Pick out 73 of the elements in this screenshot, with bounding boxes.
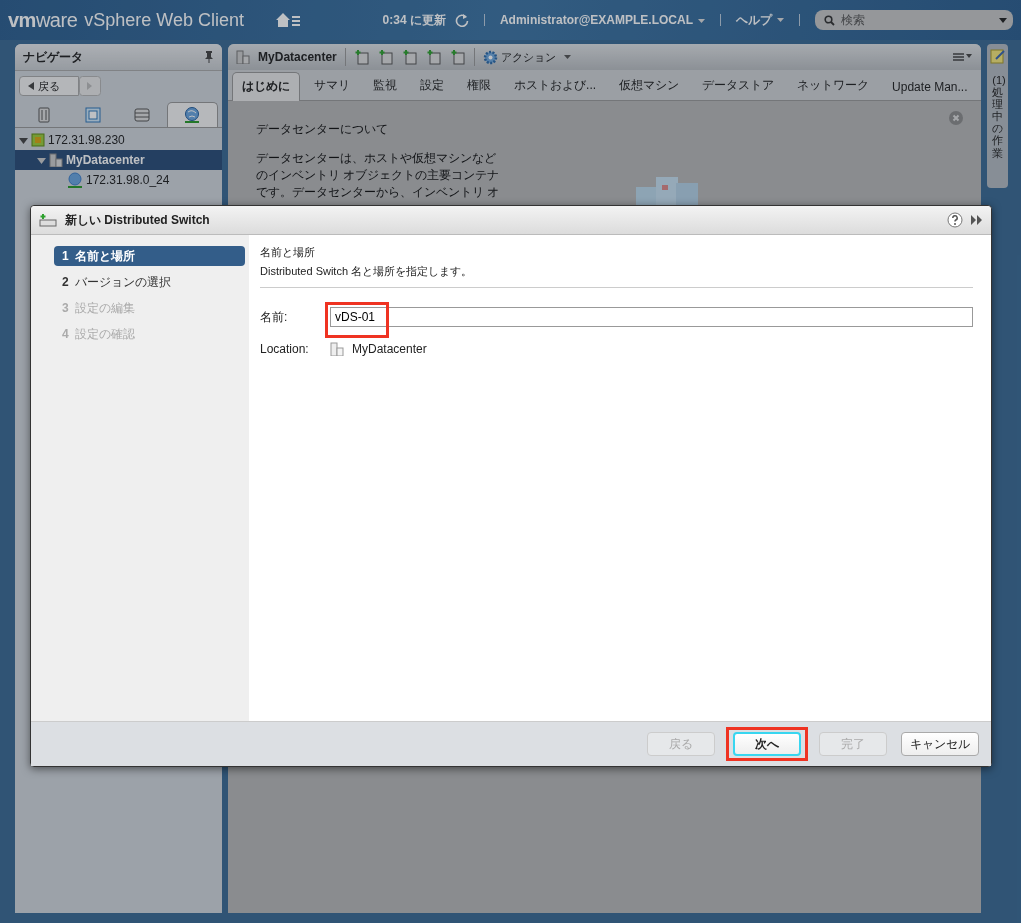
help-menu[interactable]: ヘルプ: [736, 11, 784, 29]
wizard-step[interactable]: 2 バージョンの選択: [54, 272, 245, 292]
expand-arrow-icon[interactable]: [19, 135, 28, 145]
building-icon: [49, 153, 63, 167]
network-icon: [67, 172, 83, 188]
caret-icon: [563, 55, 571, 59]
add-object-icon[interactable]: [449, 49, 466, 65]
dialog-button[interactable]: 次へ: [733, 732, 801, 756]
vm-icon: [84, 107, 101, 123]
building-icon: [236, 50, 251, 64]
add-object-icon[interactable]: [353, 49, 370, 65]
network-icon: [183, 106, 202, 124]
name-field[interactable]: vDS-01: [330, 307, 973, 327]
content-tab[interactable]: 監視: [364, 77, 407, 100]
section-heading: データセンターについて: [256, 121, 390, 138]
help-icon[interactable]: [947, 212, 963, 228]
search-field[interactable]: 検索: [815, 10, 1013, 30]
wizard-step[interactable]: 1 名前と場所: [54, 246, 245, 266]
navigator-tab[interactable]: [166, 102, 219, 127]
gear-icon: [482, 49, 498, 65]
panel-title: ナビゲータ: [23, 48, 83, 66]
search-icon: [824, 15, 835, 26]
tree-item[interactable]: 172.31.98.0_24: [15, 170, 223, 190]
caret-icon: [777, 18, 784, 23]
content-tab[interactable]: 仮想マシン: [610, 77, 689, 100]
dialog-button[interactable]: キャンセル: [901, 732, 979, 756]
content-tab[interactable]: 設定: [411, 77, 454, 100]
content-tab[interactable]: 権限: [458, 77, 501, 100]
page-title: 名前と場所: [260, 245, 316, 260]
tree-item[interactable]: MyDatacenter: [15, 150, 223, 170]
expand-icon[interactable]: [971, 215, 983, 225]
home-menu-icon[interactable]: [275, 12, 301, 28]
add-object-icon[interactable]: [425, 49, 442, 65]
close-icon[interactable]: [949, 111, 964, 125]
content-tab[interactable]: ネットワーク: [788, 77, 879, 100]
brand-logo: vmware: [8, 8, 78, 32]
content-tab[interactable]: ホストおよび...: [505, 77, 606, 100]
expand-arrow-icon[interactable]: [37, 155, 46, 165]
page-description: Distributed Switch 名と場所を指定します。: [260, 264, 474, 279]
object-title: MyDatacenter: [258, 50, 337, 64]
building-icon: [330, 342, 344, 356]
description-text: です。データセンターから、インベントリ オ: [256, 184, 501, 201]
storage-icon: [134, 108, 151, 122]
add-object-icon[interactable]: [401, 49, 418, 65]
content-tab[interactable]: データストア: [693, 77, 784, 100]
caret-icon: [698, 18, 705, 23]
back-button[interactable]: 戻る: [19, 76, 79, 96]
content-tab[interactable]: Update Man...: [883, 80, 977, 100]
pin-icon[interactable]: [204, 51, 215, 63]
content-tab[interactable]: サマリ: [305, 77, 360, 100]
back-arrow-icon: [28, 82, 34, 90]
actions-menu[interactable]: アクション: [482, 49, 571, 65]
description-text: のインベントリ オブジェクトの主要コンテナ: [256, 167, 501, 184]
list-menu-icon[interactable]: [953, 52, 974, 62]
user-menu[interactable]: Administrator@EXAMPLE.LOCAL: [499, 13, 705, 27]
forward-button[interactable]: [79, 76, 101, 96]
product-title: vSphere Web Client: [84, 9, 244, 31]
last-refresh-time: 0:34 に更新: [382, 11, 446, 29]
dropdown-arrow-icon[interactable]: [999, 18, 1007, 23]
notepad-icon[interactable]: [989, 48, 1006, 64]
location-value: MyDatacenter: [352, 342, 427, 356]
running-tasks-tab[interactable]: (1) 処理中の作業: [992, 74, 1004, 159]
switch-icon: [39, 213, 57, 227]
add-object-icon[interactable]: [377, 49, 394, 65]
description-text: データセンターは、ホストや仮想マシンなど: [256, 150, 498, 167]
tree-item[interactable]: 172.31.98.230: [15, 130, 223, 150]
content-tab[interactable]: はじめに: [232, 72, 301, 101]
dialog-title: 新しい Distributed Switch: [65, 211, 210, 229]
refresh-icon[interactable]: [454, 13, 469, 27]
hosts-icon: [37, 107, 50, 123]
vcenter-icon: [31, 133, 45, 147]
field-label: Location:: [260, 342, 310, 356]
field-label: 名前:: [260, 308, 289, 326]
